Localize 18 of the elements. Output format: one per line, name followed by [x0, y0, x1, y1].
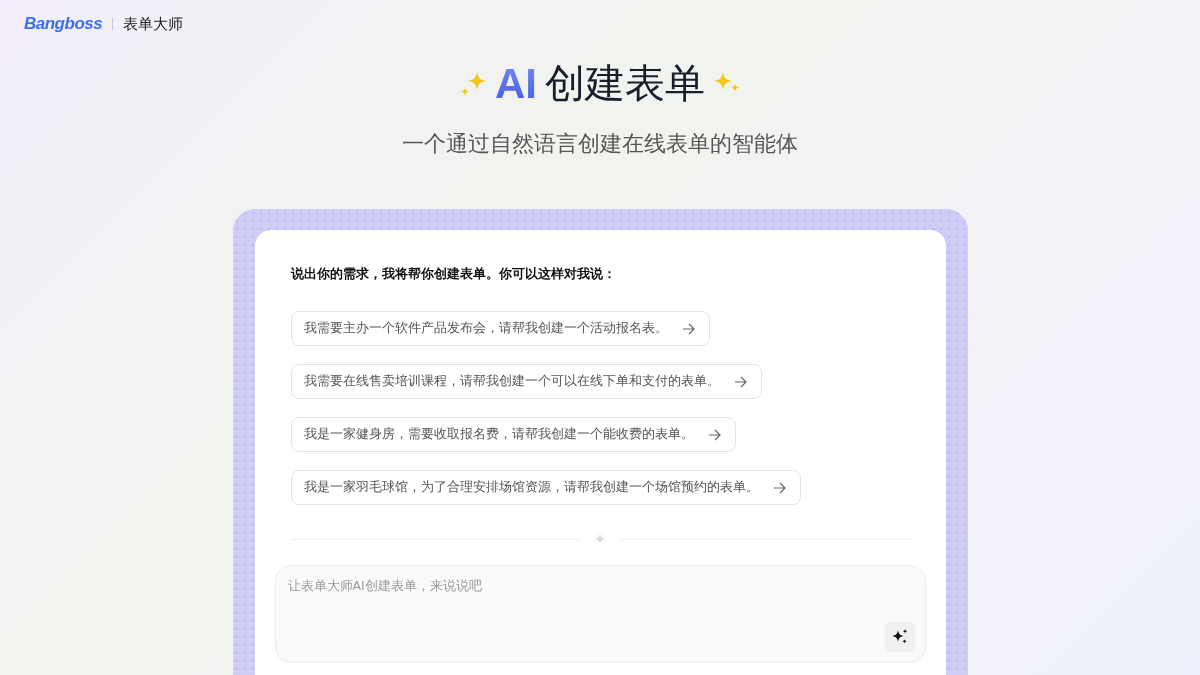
prompt-field[interactable]: 让表单大师AI创建表单，来说说吧 — [274, 565, 926, 663]
suggestion-button[interactable]: 我需要主办一个软件产品发布会，请帮我创建一个活动报名表。 — [290, 311, 710, 346]
arrow-right-icon — [772, 481, 786, 494]
arrow-right-icon — [733, 375, 747, 388]
suggestion-button[interactable]: 我是一家健身房，需要收取报名费，请帮我创建一个能收费的表单。 — [290, 417, 736, 452]
sparkle-icon — [461, 71, 487, 96]
brand-logo[interactable]: Bangboss — [24, 14, 103, 34]
product-name: 表单大师 — [123, 14, 184, 34]
arrow-right-icon — [707, 428, 721, 441]
prompt-input[interactable]: 让表单大师AI创建表单，来说说吧 — [285, 576, 919, 630]
ai-generate-button[interactable] — [884, 622, 915, 652]
suggestion-button[interactable]: 我是一家羽毛球馆，为了合理安排场馆资源，请帮我创建一个场馆预约的表单。 — [290, 470, 801, 505]
sparkle-icon — [594, 533, 606, 545]
prompt-heading: 说出你的需求，我将帮你创建表单。你可以这样对我说： — [290, 266, 616, 283]
page-title: 创建表单 — [545, 59, 705, 108]
subtitle: 一个通过自然语言创建在线表单的智能体 — [402, 130, 798, 158]
suggestion-button[interactable]: 我需要在线售卖培训课程，请帮我创建一个可以在线下单和支付的表单。 — [290, 364, 762, 399]
arrow-right-icon — [681, 322, 695, 335]
